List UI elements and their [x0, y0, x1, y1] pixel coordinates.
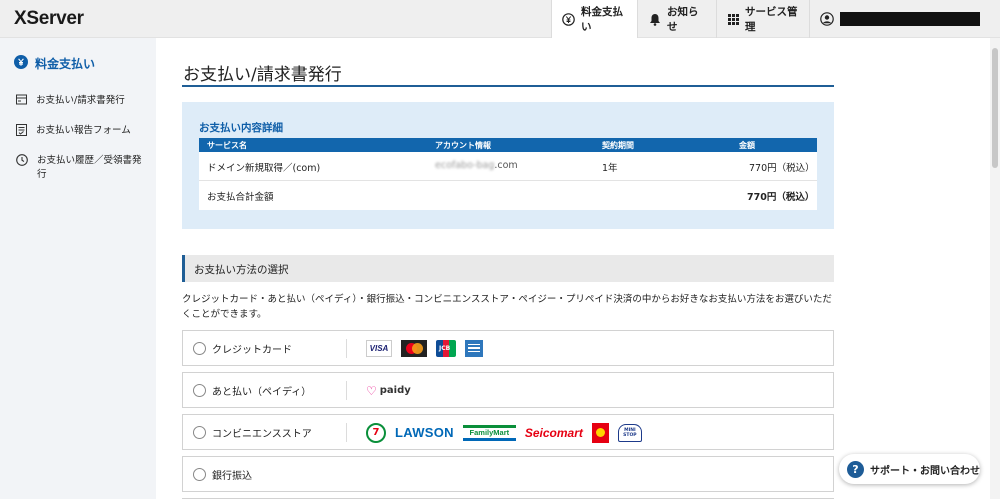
cell-service: ドメイン新規取得／(com) [207, 163, 321, 174]
account-suffix: .com [494, 160, 518, 171]
divider [346, 381, 347, 400]
familymart-logo: FamilyMart [462, 424, 516, 441]
sidebar-item-label: お支払い報告フォーム [36, 125, 131, 136]
report-form-icon [16, 124, 27, 141]
title-underline [182, 85, 834, 87]
details-title: お支払い内容詳細 [199, 122, 283, 134]
sidebar-item-payment-report[interactable]: お支払い報告フォーム [16, 124, 146, 141]
details-table: サービス名 アカウント情報 契約期間 金額 ドメイン新規取得／(com) eco… [199, 138, 817, 210]
cell-account: ecofabo-bag.com [435, 160, 518, 171]
col-term: 契約期間 [602, 141, 634, 150]
option-credit-card[interactable]: クレジットカード VISA JCB [182, 330, 834, 366]
yen-badge-icon [14, 55, 28, 72]
radio-bank-transfer[interactable] [193, 468, 206, 481]
lawson-logo: LAWSON [395, 425, 454, 440]
option-label: コンビニエンスストア [212, 429, 312, 440]
option-bank-transfer[interactable]: 銀行振込 [182, 456, 834, 492]
table-header: サービス名 アカウント情報 契約期間 金額 [199, 138, 817, 152]
user-menu[interactable] [809, 0, 990, 38]
paidy-logo: ♡ paidy [366, 380, 411, 401]
col-account: アカウント情報 [435, 141, 491, 150]
seven-eleven-logo: 7 [366, 422, 386, 443]
option-paidy[interactable]: あと払い（ペイディ） ♡ paidy [182, 372, 834, 408]
option-label: あと払い（ペイディ） [212, 387, 312, 398]
sidebar-item-payment-history[interactable]: お支払い履歴／受領書発行 [16, 154, 146, 182]
option-convenience-store[interactable]: コンビニエンスストア 7 LAWSON FamilyMart Seicomart… [182, 414, 834, 450]
paidy-wordmark: paidy [379, 385, 411, 396]
total-amount: 770円（税込） [747, 192, 815, 203]
radio-convenience-store[interactable] [193, 426, 206, 439]
user-name-redacted [840, 12, 980, 26]
cell-amount: 770円（税込） [749, 163, 815, 174]
table-row: ドメイン新規取得／(com) ecofabo-bag.com 1年 770円（税… [199, 152, 817, 181]
yen-circle-icon [562, 12, 575, 26]
ministop-logo: MINI STOP [617, 423, 642, 442]
radio-credit-card[interactable] [193, 342, 206, 355]
col-amount: 金額 [739, 141, 755, 150]
nav-billing[interactable]: 料金支払い [551, 0, 637, 38]
total-row: お支払合計金額 770円（税込） [199, 181, 817, 210]
support-label: サポート・お問い合わせ [870, 465, 980, 477]
invoice-icon [16, 94, 27, 110]
xserver-logo[interactable]: XServer [14, 8, 84, 30]
clock-icon [16, 154, 28, 171]
paidy-heart-icon: ♡ [366, 383, 377, 398]
nav-notifications[interactable]: お知らせ [637, 0, 716, 38]
sidebar-title-label: 料金支払い [35, 57, 96, 71]
method-description: クレジットカード・あと払い（ペイディ）・銀行振込・コンビニエンスストア・ペイジー… [182, 294, 832, 320]
divider [346, 423, 347, 442]
nav-billing-label: 料金支払い [581, 6, 623, 33]
method-heading-label: お支払い方法の選択 [194, 264, 289, 276]
nav-service-management[interactable]: サービス管理 [716, 0, 809, 38]
cell-term: 1年 [602, 163, 618, 174]
scrollbar-thumb[interactable] [992, 48, 998, 168]
payment-method-heading: お支払い方法の選択 [182, 255, 834, 282]
sidebar-item-label: お支払い/請求書発行 [36, 95, 125, 106]
top-header: XServer 料金支払い お知らせ サービス管理 [0, 0, 1000, 38]
amex-logo [465, 340, 483, 357]
daily-yamazaki-logo [591, 422, 609, 443]
sidebar-title[interactable]: 料金支払い [14, 55, 95, 72]
sidebar-item-label: お支払い履歴／受領書発行 [37, 155, 142, 180]
nav-notifications-label: お知らせ [667, 6, 699, 33]
col-service: サービス名 [207, 141, 247, 150]
nav-service-label: サービス管理 [745, 6, 798, 33]
page-title: お支払い/請求書発行 [183, 65, 342, 85]
question-icon: ? [847, 460, 864, 478]
store-logos: 7 LAWSON FamilyMart Seicomart MINI STOP [366, 422, 642, 443]
visa-logo: VISA [366, 340, 392, 357]
divider [346, 339, 347, 358]
mastercard-logo [401, 340, 427, 357]
grid-icon [727, 12, 739, 26]
account-blurred: ecofabo-bag [435, 160, 495, 171]
sidebar: 料金支払い お支払い/請求書発行 お支払い報告フォーム お支払い履歴／受領書発行 [0, 38, 156, 499]
total-label: お支払合計金額 [207, 192, 274, 203]
option-label: 銀行振込 [212, 471, 252, 482]
option-label: クレジットカード [212, 345, 292, 356]
main-content: お支払い/請求書発行 お支払い内容詳細 サービス名 アカウント情報 契約期間 金… [156, 38, 990, 499]
radio-paidy[interactable] [193, 384, 206, 397]
support-contact-button[interactable]: ? サポート・お問い合わせ [839, 454, 980, 484]
payment-details-panel: お支払い内容詳細 サービス名 アカウント情報 契約期間 金額 ドメイン新規取得／… [182, 102, 834, 229]
page-scrollbar[interactable] [990, 38, 1000, 499]
seicomart-logo: Seicomart [524, 425, 583, 440]
jcb-logo: JCB [436, 340, 456, 357]
sidebar-item-payment-invoice[interactable]: お支払い/請求書発行 [16, 94, 146, 110]
card-logos: VISA JCB [366, 338, 483, 359]
user-icon [820, 12, 834, 26]
bell-icon [648, 12, 661, 26]
